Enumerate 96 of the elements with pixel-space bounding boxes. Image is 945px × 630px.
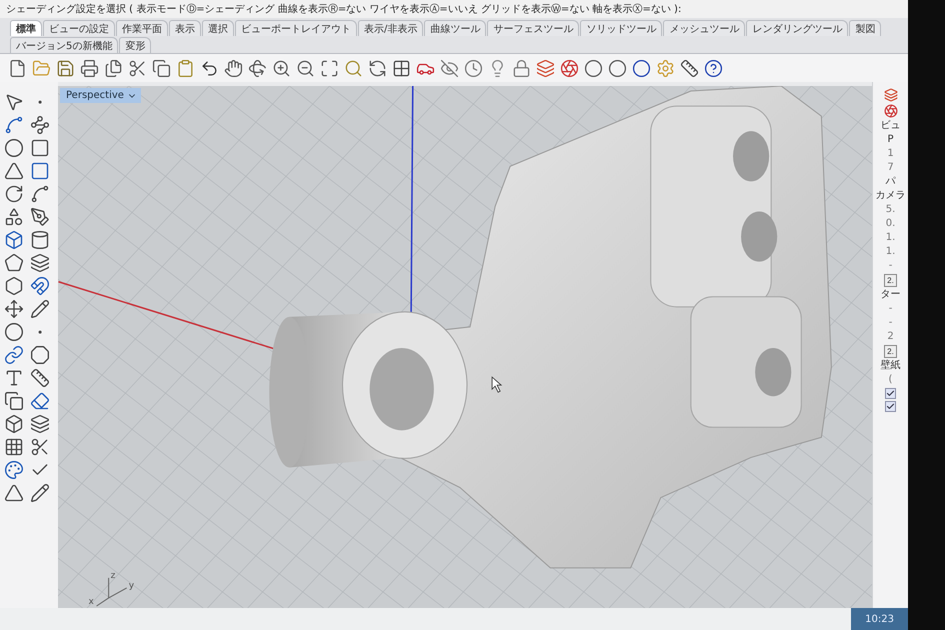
zoom-extents-icon[interactable] [320, 58, 339, 78]
move-icon[interactable] [4, 299, 24, 319]
axis-label: y [128, 580, 134, 591]
scissors-icon[interactable] [30, 437, 50, 457]
copy-icon[interactable] [4, 391, 24, 411]
palette-icon[interactable] [4, 460, 24, 480]
property-label: 7 [887, 162, 894, 174]
cursor-icon [492, 376, 502, 393]
hexagon-icon[interactable] [4, 276, 24, 296]
toolbar-tab[interactable]: ソリッドツール [580, 20, 662, 36]
zoom-out-icon[interactable] [296, 58, 315, 78]
property-label: - [888, 317, 892, 329]
property-label: 1. [886, 232, 896, 244]
printer-icon[interactable] [80, 58, 99, 78]
toolbar-tab[interactable]: 選択 [202, 20, 234, 36]
circle-icon[interactable] [4, 322, 24, 342]
checkbox[interactable] [885, 401, 896, 412]
new-file-icon[interactable] [8, 58, 27, 78]
undo-icon[interactable] [200, 58, 219, 78]
property-label: カメラ [876, 190, 906, 202]
pages-icon[interactable] [104, 58, 123, 78]
text-icon[interactable] [4, 368, 24, 388]
pentagon-icon[interactable] [4, 253, 24, 273]
property-label: ビュ [880, 120, 900, 132]
axis-label: z [110, 570, 116, 581]
property-button[interactable]: 2. [884, 274, 897, 287]
property-label: 1. [886, 246, 896, 258]
viewport-grid-icon[interactable] [392, 58, 411, 78]
viewport-tab[interactable]: Perspective [60, 88, 141, 103]
property-label: 2 [887, 331, 894, 343]
zoom-in-icon[interactable] [272, 58, 291, 78]
property-button[interactable]: 2. [884, 345, 897, 358]
copy-icon[interactable] [152, 58, 171, 78]
toolbar-tab[interactable]: 作業平面 [116, 20, 168, 36]
property-label: ター [880, 289, 900, 301]
hand-icon[interactable] [224, 58, 243, 78]
cube-icon[interactable] [4, 230, 24, 250]
pencil-icon[interactable] [30, 483, 50, 503]
toolbar-tab[interactable]: バージョン5の新機能 [10, 37, 118, 53]
help-icon[interactable] [704, 58, 723, 78]
eraser-icon[interactable] [30, 391, 50, 411]
circle-icon[interactable] [4, 138, 24, 158]
save-icon[interactable] [56, 58, 75, 78]
rectangle-icon[interactable] [30, 161, 50, 181]
toolbar-tab[interactable]: 製図 [849, 20, 882, 36]
pen-icon[interactable] [30, 207, 50, 227]
rectangle-icon[interactable] [30, 138, 50, 158]
property-label: 5. [886, 204, 896, 216]
toolbar-tab[interactable]: メッシュツール [663, 20, 746, 36]
pencil-icon[interactable] [30, 299, 50, 319]
hidden-eye-icon[interactable] [440, 58, 459, 78]
scissors-icon[interactable] [128, 58, 147, 78]
layers-icon[interactable] [884, 88, 898, 102]
property-label: ( [888, 374, 892, 386]
property-label: - [888, 303, 892, 315]
toolbar-tab[interactable]: 表示 [169, 20, 201, 36]
taskbar-clock[interactable]: 10:23 [851, 608, 908, 630]
layers-icon[interactable] [30, 414, 50, 434]
lock-icon[interactable] [512, 58, 531, 78]
pointer-icon[interactable] [4, 92, 24, 112]
toolbar-tab[interactable]: ビューの設定 [43, 20, 115, 36]
search-icon[interactable] [344, 58, 363, 78]
toolbar-tab[interactable]: ビューポートレイアウト [235, 20, 357, 36]
toolbar-tab[interactable]: 変形 [119, 37, 152, 53]
toolbar-tab[interactable]: レンダリングツール [746, 20, 848, 36]
octagon-icon[interactable] [30, 345, 50, 365]
layers-icon[interactable] [30, 253, 50, 273]
property-label: パ [886, 176, 896, 188]
ruler-icon[interactable] [30, 368, 50, 388]
toolbar-tab[interactable]: 曲線ツール [424, 20, 486, 36]
toolbar-tab[interactable]: 標準 [10, 20, 42, 36]
cube-icon[interactable] [4, 414, 24, 434]
clock-icon[interactable] [464, 58, 483, 78]
axis-label: x [88, 596, 94, 607]
property-label: P [887, 134, 894, 146]
clipboard-icon[interactable] [176, 58, 195, 78]
command-prompt: シェーディング設定を選択 ( 表示モードⒹ=シェーディング 曲線を表示Ⓡ=ない ワイヤを表示Ⓐ=いいえ グリッドを表示Ⓦ=ない 軸を表示Ⓧ=ない ): [0, 0, 908, 18]
layers-icon[interactable] [536, 58, 555, 78]
triangle-icon[interactable] [4, 161, 24, 181]
rotate-icon[interactable] [248, 58, 267, 78]
viewport-title: Perspective [66, 90, 124, 101]
shapes-icon[interactable] [4, 207, 24, 227]
refresh-icon[interactable] [368, 58, 387, 78]
property-label: - [888, 260, 892, 272]
property-label: 1 [887, 148, 894, 160]
axis-gizmo-drawing [96, 577, 128, 606]
property-label: 壁紙 [880, 360, 900, 372]
triangle-icon[interactable] [4, 483, 24, 503]
grid-icon[interactable] [4, 437, 24, 457]
property-label: 0. [886, 218, 896, 230]
toolbar-tab[interactable]: サーフェスツール [487, 20, 580, 36]
cylinder-icon[interactable] [30, 230, 50, 250]
magnet-icon[interactable] [30, 276, 50, 296]
link-icon[interactable] [4, 345, 24, 365]
toolbar-tab[interactable]: 表示/非表示 [358, 20, 424, 36]
checkbox[interactable] [885, 388, 896, 399]
